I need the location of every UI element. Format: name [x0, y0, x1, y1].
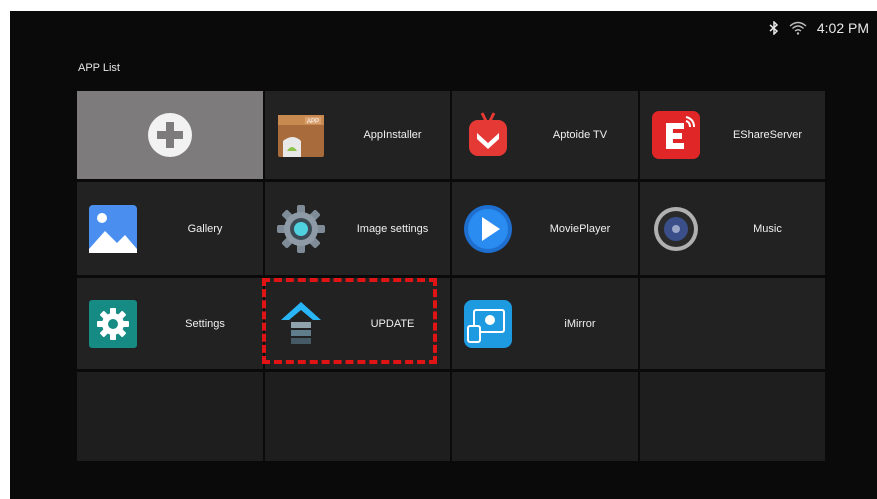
svg-text:APP: APP — [307, 119, 319, 125]
app-tile-imirror[interactable]: iMirror — [452, 278, 638, 369]
app-tile-aptoide[interactable]: Aptoide TV — [452, 91, 638, 179]
appinstaller-icon: APP — [278, 115, 324, 157]
wifi-icon — [789, 21, 807, 35]
empty-app-slot — [640, 372, 825, 461]
app-tile-gallery[interactable]: Gallery — [77, 182, 263, 275]
settings-icon — [89, 299, 137, 348]
empty-app-slot — [77, 372, 263, 461]
app-label: iMirror — [564, 317, 596, 330]
empty-app-slot — [265, 372, 450, 461]
imirror-icon — [464, 299, 512, 348]
image-settings-icon — [277, 204, 325, 253]
status-time: 4:02 PM — [816, 20, 869, 36]
app-tile-update[interactable]: UPDATE — [265, 278, 450, 369]
app-label: Gallery — [187, 222, 223, 235]
app-label: Aptoide TV — [552, 129, 608, 141]
app-label: AppInstaller — [363, 129, 422, 141]
movieplayer-icon — [464, 204, 512, 253]
app-tile-image-settings[interactable]: Image settings — [265, 182, 450, 275]
app-tile-settings[interactable]: Settings — [77, 278, 263, 369]
gallery-icon — [89, 204, 137, 253]
music-icon — [654, 206, 698, 251]
app-label: EShareServer — [732, 129, 803, 141]
app-label: MoviePlayer — [549, 222, 611, 235]
eshare-icon — [652, 111, 700, 159]
aptoide-icon — [469, 112, 507, 156]
app-tile-eshare[interactable]: EShareServer — [640, 91, 825, 179]
bluetooth-icon — [769, 21, 778, 35]
app-tile-music[interactable]: Music — [640, 182, 825, 275]
add-app-tile[interactable] — [77, 91, 263, 179]
app-label: Image settings — [356, 222, 429, 235]
app-tile-appinstaller[interactable]: APP AppInstaller — [265, 91, 450, 179]
app-grid: APP AppInstaller Aptoide TV EShareServer — [77, 91, 825, 461]
app-label: Music — [753, 222, 782, 235]
empty-app-slot — [640, 278, 825, 369]
empty-app-slot — [452, 372, 638, 461]
page-title: APP List — [78, 62, 120, 74]
app-tile-movieplayer[interactable]: MoviePlayer — [452, 182, 638, 275]
app-label: UPDATE — [370, 317, 415, 330]
status-bar: 4:02 PM — [769, 20, 869, 36]
update-icon — [281, 301, 321, 344]
app-label: Settings — [185, 317, 225, 330]
add-icon — [148, 113, 192, 157]
